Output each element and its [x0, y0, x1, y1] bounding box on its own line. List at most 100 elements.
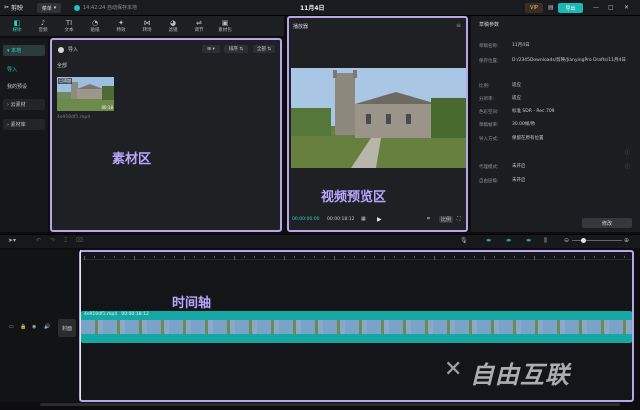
ruler-tick	[454, 256, 455, 258]
sort-button[interactable]: 排序 ⇅	[224, 45, 248, 53]
nav-my-presets[interactable]: 我的预设	[3, 81, 45, 92]
ruler-tick	[444, 256, 445, 258]
media-thumbnail[interactable]: 已添加 00:18	[57, 77, 114, 111]
edit-button[interactable]: 修改	[582, 218, 632, 228]
video-preview[interactable]	[291, 68, 466, 168]
media-area-label: 素材区	[112, 152, 152, 167]
ruler-tick	[104, 256, 105, 258]
tab-label: 音频	[38, 28, 48, 33]
timeline-scrollbar[interactable]	[40, 403, 620, 406]
ruler-tick	[264, 256, 265, 258]
microphone-icon[interactable]: 🎙	[460, 237, 468, 244]
nav-import[interactable]: 导入	[3, 64, 45, 75]
tab-0[interactable]: ◧ 媒体	[6, 17, 28, 35]
preview-area-label: 视频预览区	[321, 190, 387, 205]
cover-button[interactable]: 封面	[58, 319, 76, 337]
layout-icon[interactable]: ▤	[548, 4, 554, 11]
redo-icon[interactable]: ↷	[50, 237, 55, 244]
ruler-tick	[384, 256, 385, 260]
cloud-icon	[74, 4, 80, 11]
minimize-icon[interactable]: —	[593, 4, 599, 11]
prop-value: D:/2345Downloads/剪映/JianyingPro Drafts/1…	[512, 58, 626, 63]
main-track-magnet-icon[interactable]: ⇼	[486, 237, 491, 244]
close-icon[interactable]: ✕	[624, 4, 629, 11]
ruler-tick	[324, 256, 325, 258]
tab-7[interactable]: ⇌ 调节	[188, 17, 210, 35]
ruler-tick	[94, 256, 95, 258]
select-cursor-icon[interactable]: ➤▾	[8, 237, 16, 244]
tab-icon: ▣	[221, 19, 229, 27]
nav-library[interactable]: › 素材库	[3, 119, 45, 130]
tab-6[interactable]: ◕ 滤镜	[162, 17, 184, 35]
ruler-tick	[604, 256, 605, 258]
ruler-tick	[284, 256, 285, 260]
menu-icon[interactable]: ≡	[456, 22, 461, 29]
prop-value: 未开启	[512, 164, 526, 169]
all-label: 全部	[57, 63, 68, 69]
visibility-icon[interactable]: ◉	[32, 324, 36, 330]
tab-label: 文本	[64, 28, 74, 33]
split-icon[interactable]: ⌶	[64, 237, 68, 245]
fullscreen-icon[interactable]: ⛶	[457, 216, 461, 222]
zoom-slider-knob[interactable]	[581, 238, 586, 243]
prop-key: 自由层级:	[479, 179, 499, 184]
lock-icon[interactable]: 🔒	[20, 324, 26, 330]
mute-icon[interactable]: 🔊	[44, 324, 50, 330]
added-badge: 已添加	[58, 78, 72, 84]
tab-1[interactable]: ♪ 音频	[32, 17, 54, 35]
thumb-duration: 00:18	[101, 105, 113, 110]
player-panel: 播放器 ≡ 视频预览区 00:00:00:00 00:00:18:12 ▦ ▶ …	[287, 16, 468, 232]
watermark-x-icon: ✕	[444, 357, 463, 382]
ruler-tick	[424, 256, 425, 258]
zoom-in-icon[interactable]: ⊕	[624, 237, 629, 244]
prop-value: 标准 SDR - Rec.709	[512, 109, 555, 114]
play-icon[interactable]: ▶	[377, 216, 382, 223]
lock-track-icon[interactable]: ▭	[9, 324, 14, 330]
total-time: 00:00:18:12	[327, 217, 355, 222]
tab-2[interactable]: TI 文本	[58, 17, 80, 35]
export-button[interactable]: 导出	[558, 3, 583, 13]
tab-icon: ◧	[13, 19, 21, 27]
tab-label: 素材包	[218, 28, 232, 33]
tab-8[interactable]: ▣ 素材包	[214, 17, 236, 35]
tab-5[interactable]: ⋈ 转场	[136, 17, 158, 35]
tab-3[interactable]: ◔ 贴纸	[84, 17, 106, 35]
tab-4[interactable]: ✦ 特效	[110, 17, 132, 35]
ratio-button[interactable]: 比例	[439, 216, 454, 223]
view-toggle[interactable]: ⊞ ▾	[202, 45, 220, 53]
church-video-frame	[291, 68, 466, 168]
zoom-out-icon[interactable]: ⊖	[564, 237, 569, 244]
timecode-icon[interactable]: ▦	[361, 216, 366, 222]
playhead[interactable]	[80, 250, 81, 400]
clip-label: 4e910df1.mp4 00:00:18:12	[84, 312, 149, 317]
link-icon[interactable]: ⇼	[526, 237, 531, 244]
ruler-tick	[364, 256, 365, 258]
zoom-slider-track[interactable]	[572, 240, 622, 241]
menu-button[interactable]: 菜单 ▾	[37, 3, 61, 13]
ruler-tick	[374, 256, 375, 258]
filter-all-button[interactable]: 全部 ⇅	[253, 45, 275, 53]
fullscreen-fit-icon[interactable]: ⌗	[427, 216, 430, 222]
preview-axis-icon[interactable]: ⫼	[544, 237, 547, 245]
ruler-tick	[554, 256, 555, 258]
media-panel: 导入 ⊞ ▾ 排序 ⇅ 全部 ⇅ 全部 已添加 00:18 4e910df1.m…	[50, 38, 282, 232]
maximize-icon[interactable]: □	[608, 4, 614, 11]
tab-label: 调节	[194, 28, 204, 33]
ruler-tick	[404, 256, 405, 258]
info-icon[interactable]: ⓘ	[625, 163, 630, 170]
ruler-tick	[234, 256, 235, 260]
ruler-tick	[544, 256, 545, 258]
ruler-tick	[274, 256, 275, 258]
ruler-tick	[484, 256, 485, 260]
vip-button[interactable]: VIP	[525, 3, 543, 13]
info-icon[interactable]: ⓘ	[625, 149, 630, 156]
undo-icon[interactable]: ↶	[36, 237, 41, 244]
auto-snap-icon[interactable]: ⇼	[506, 237, 511, 244]
nav-cloud[interactable]: › 云素材	[3, 99, 45, 110]
prop-value: 未开启	[512, 178, 526, 183]
ruler-tick	[314, 256, 315, 258]
import-button[interactable]: 导入	[58, 46, 78, 53]
delete-icon[interactable]: ⌧	[76, 237, 83, 244]
nav-local[interactable]: ▾ 本地	[3, 45, 45, 56]
prop-value: 适应	[512, 96, 521, 101]
